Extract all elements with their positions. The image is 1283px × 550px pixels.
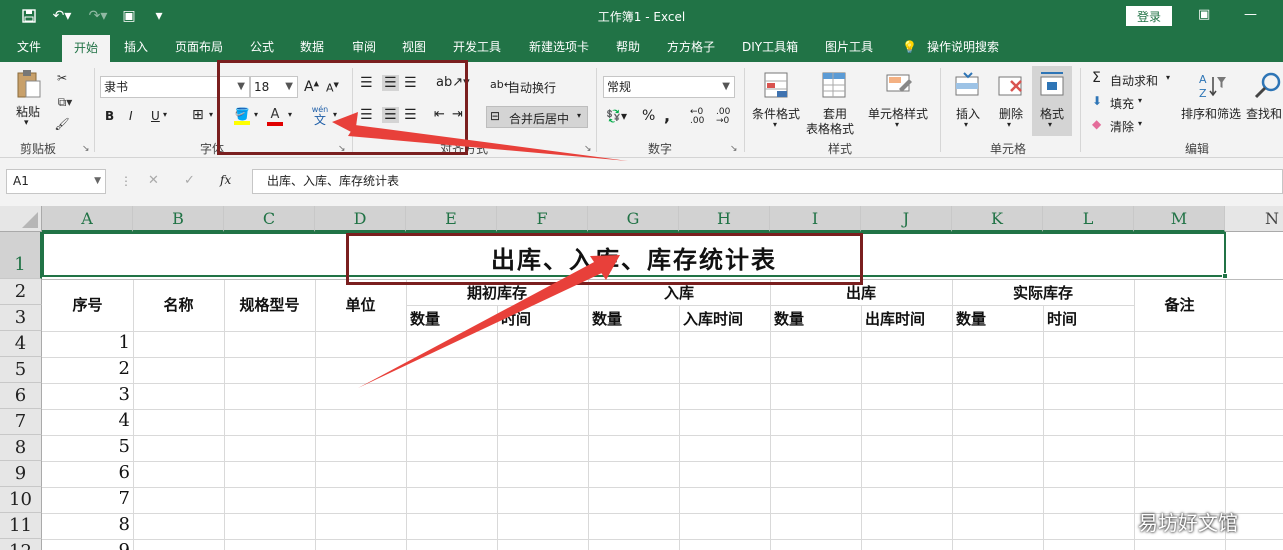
watermark: 易坊好文馆 bbox=[1138, 511, 1238, 535]
excel-window: { "window":{"title":"工作簿1 - Excel","logi… bbox=[0, 0, 1283, 550]
annotation-arrow-top bbox=[348, 125, 628, 161]
annotation-arrows bbox=[332, 112, 628, 388]
arrowhead-icon bbox=[332, 112, 358, 134]
annotation-arrow-bottom bbox=[358, 261, 604, 388]
